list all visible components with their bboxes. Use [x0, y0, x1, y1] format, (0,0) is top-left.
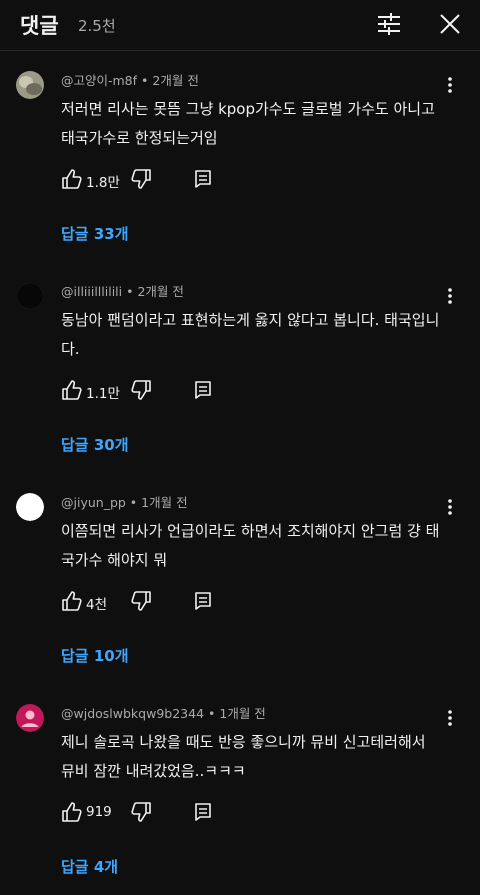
dislike-button[interactable]	[130, 167, 152, 191]
thumbs-down-icon	[131, 802, 151, 822]
thumbs-up-icon	[62, 591, 82, 611]
avatar[interactable]	[16, 493, 44, 521]
close-icon	[440, 14, 460, 34]
white-avatar-icon	[16, 493, 44, 521]
comment-more-button[interactable]	[440, 706, 460, 730]
comment-meta: @jiyun_pp • 1개월 전	[61, 492, 188, 511]
dislike-button[interactable]	[130, 800, 152, 824]
thumbs-up-icon	[62, 169, 82, 189]
cat-avatar-icon	[16, 71, 44, 99]
dislike-button[interactable]	[130, 378, 152, 402]
comment-meta: @illiiilllilili • 2개월 전	[61, 281, 184, 300]
comment-reply-icon	[195, 381, 211, 399]
comment-time: 2개월 전	[152, 73, 199, 88]
comment-author[interactable]: @illiiilllilili	[61, 284, 122, 299]
thumbs-up-icon	[62, 802, 82, 822]
sliders-icon	[378, 13, 400, 35]
comment-actions: 919	[61, 800, 441, 826]
comments-count: 2.5천	[78, 17, 116, 35]
comment-actions: 1.8만	[61, 167, 441, 193]
like-count: 4천	[86, 597, 108, 613]
comments-header: 댓글 2.5천	[0, 0, 480, 50]
reply-button[interactable]	[193, 168, 213, 190]
comment-reply-icon	[195, 592, 211, 610]
thumbs-down-icon	[131, 169, 151, 189]
more-vert-icon	[448, 499, 452, 515]
comment-time: 1개월 전	[141, 495, 188, 510]
like-count: 919	[86, 804, 112, 820]
dark-avatar-icon	[16, 282, 44, 310]
thumbs-down-icon	[131, 591, 151, 611]
dislike-button[interactable]	[130, 589, 152, 613]
comment-item: @illiiilllilili • 2개월 전 동남아 팬덤이라고 표현하는게 …	[0, 262, 480, 473]
sort-filter-button[interactable]	[373, 10, 405, 38]
comment-time-separator: •	[129, 495, 142, 510]
thumbs-down-icon	[131, 380, 151, 400]
comment-meta: @wjdoslwbkqw9b2344 • 1개월 전	[61, 703, 266, 722]
view-replies-link[interactable]: 답글 4개	[61, 856, 118, 877]
comment-item: @wjdoslwbkqw9b2344 • 1개월 전 제니 솔로곡 나왔을 때도…	[0, 684, 480, 895]
comments-title: 댓글	[20, 14, 59, 38]
more-vert-icon	[448, 288, 452, 304]
comment-text: 이쯤되면 리사가 언급이라도 하면서 조치해야지 안그럼 걍 태국가수 해야지 …	[61, 522, 440, 569]
like-count: 1.8만	[86, 175, 120, 191]
close-button[interactable]	[436, 10, 464, 38]
comment-author[interactable]: @고양이-m8f	[61, 73, 137, 88]
reply-button[interactable]	[193, 590, 213, 612]
comment-item: @고양이-m8f • 2개월 전 저러면 리사는 못뜸 그냥 kpop가수도 글…	[0, 51, 480, 262]
comment-time: 1개월 전	[219, 706, 266, 721]
like-button[interactable]	[61, 167, 83, 191]
like-button[interactable]	[61, 589, 83, 613]
comment-more-button[interactable]	[440, 284, 460, 308]
like-count: 1.1만	[86, 386, 120, 402]
view-replies-link[interactable]: 답글 10개	[61, 645, 129, 666]
comment-time: 2개월 전	[137, 284, 184, 299]
comment-time-separator: •	[126, 284, 138, 299]
comment-text: 제니 솔로곡 나왔을 때도 반응 좋으니까 뮤비 신고테러해서 뮤비 잠깐 내려…	[61, 733, 426, 780]
comment-actions: 1.1만	[61, 378, 441, 404]
like-button[interactable]	[61, 800, 83, 824]
more-vert-icon	[448, 77, 452, 93]
comment-more-button[interactable]	[440, 495, 460, 519]
comment-text: 저러면 리사는 못뜸 그냥 kpop가수도 글로벌 가수도 아니고 태국가수로 …	[61, 100, 435, 147]
comment-author[interactable]: @wjdoslwbkqw9b2344	[61, 706, 204, 721]
comment-text: 동남아 팬덤이라고 표현하는게 옳지 않다고 봅니다. 태국입니다.	[61, 311, 440, 358]
thumbs-up-icon	[62, 380, 82, 400]
comment-time-separator: •	[141, 73, 153, 88]
comment-meta: @고양이-m8f • 2개월 전	[61, 70, 199, 89]
avatar[interactable]	[16, 282, 44, 310]
more-vert-icon	[448, 710, 452, 726]
default-person-avatar-icon	[16, 704, 44, 732]
comment-author[interactable]: @jiyun_pp	[61, 495, 126, 510]
view-replies-link[interactable]: 답글 30개	[61, 434, 129, 455]
comment-time-separator: •	[208, 706, 220, 721]
comment-item: @jiyun_pp • 1개월 전 이쯤되면 리사가 언급이라도 하면서 조치해…	[0, 473, 480, 684]
comment-reply-icon	[195, 170, 211, 188]
comment-reply-icon	[195, 803, 211, 821]
avatar[interactable]	[16, 704, 44, 732]
comment-actions: 4천	[61, 589, 441, 615]
comment-more-button[interactable]	[440, 73, 460, 97]
reply-button[interactable]	[193, 801, 213, 823]
like-button[interactable]	[61, 378, 83, 402]
avatar[interactable]	[16, 71, 44, 99]
reply-button[interactable]	[193, 379, 213, 401]
view-replies-link[interactable]: 답글 33개	[61, 223, 129, 244]
